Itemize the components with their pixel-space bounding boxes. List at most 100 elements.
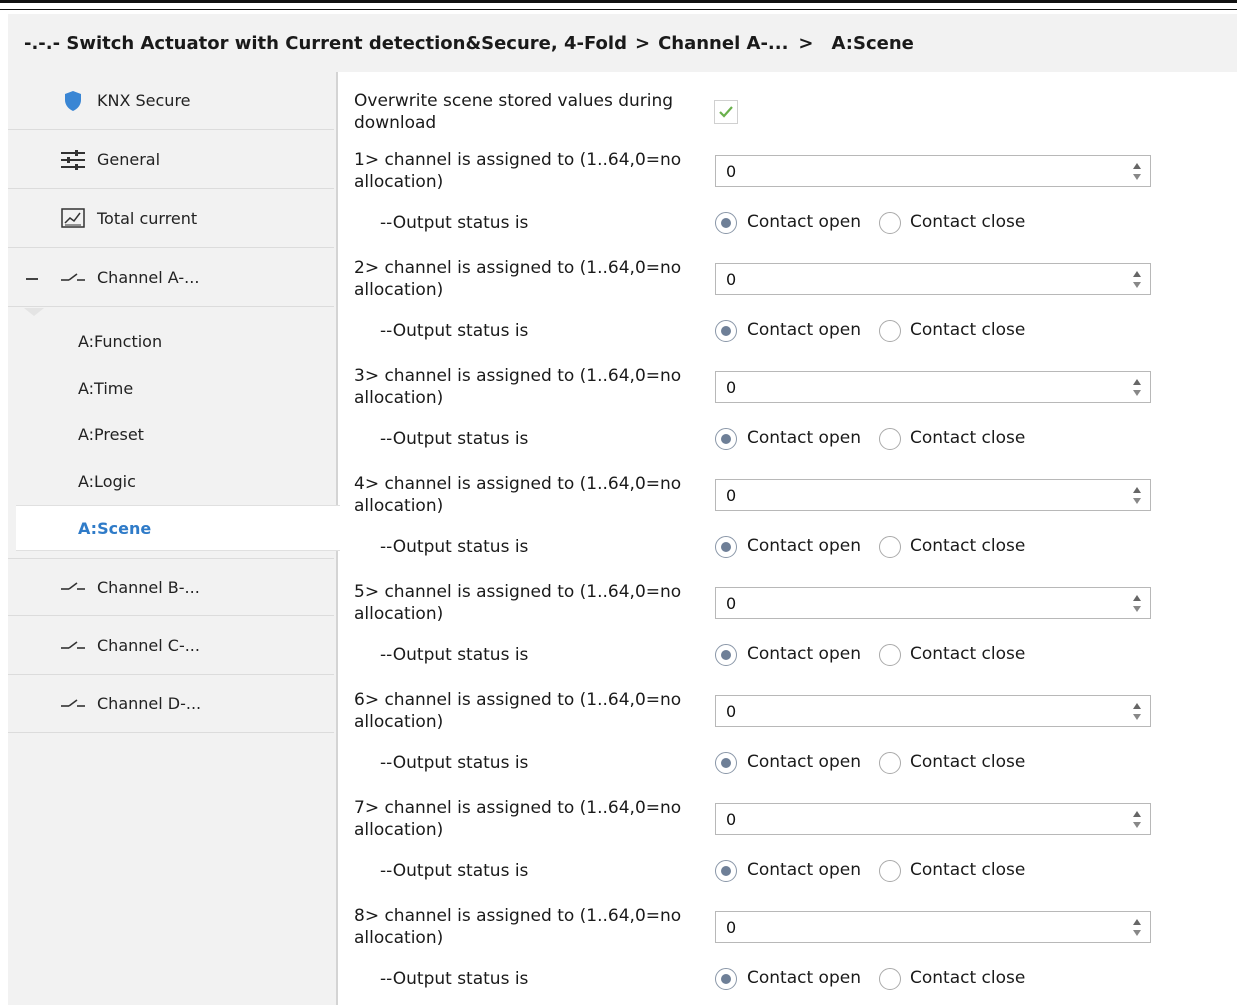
radio-contact-close[interactable] bbox=[879, 212, 901, 234]
radio-contact-close[interactable] bbox=[879, 428, 901, 450]
spin-up-icon[interactable] bbox=[1133, 163, 1141, 169]
switch-contact-icon bbox=[60, 265, 86, 291]
switch-contact-icon bbox=[60, 691, 86, 717]
spinbox-arrows[interactable] bbox=[1132, 269, 1142, 289]
sidebar-item-label: General bbox=[97, 150, 161, 169]
spin-up-icon[interactable] bbox=[1133, 919, 1141, 925]
sidebar-subitem-time[interactable]: A:Time bbox=[78, 379, 133, 398]
channel-assign-spinbox[interactable]: 0 bbox=[715, 155, 1151, 187]
spin-down-icon[interactable] bbox=[1133, 498, 1141, 504]
spinbox-value[interactable]: 0 bbox=[726, 702, 736, 721]
spin-up-icon[interactable] bbox=[1133, 379, 1141, 385]
spin-down-icon[interactable] bbox=[1133, 606, 1141, 612]
radio-contact-open[interactable] bbox=[715, 968, 737, 990]
chart-icon bbox=[60, 206, 86, 232]
radio-label-contact-open[interactable]: Contact open bbox=[747, 968, 861, 988]
radio-contact-open[interactable] bbox=[715, 212, 737, 234]
radio-contact-open[interactable] bbox=[715, 536, 737, 558]
spin-down-icon[interactable] bbox=[1133, 822, 1141, 828]
sidebar-item-channel-a[interactable]: Channel A-... bbox=[8, 249, 334, 307]
channel-assign-label: 6> channel is assigned to (1..64,0=no al… bbox=[354, 690, 682, 732]
channel-assign-spinbox[interactable]: 0 bbox=[715, 479, 1151, 511]
radio-label-contact-open[interactable]: Contact open bbox=[747, 752, 861, 772]
spinbox-value[interactable]: 0 bbox=[726, 270, 736, 289]
radio-label-contact-open[interactable]: Contact open bbox=[747, 644, 861, 664]
channel-assign-spinbox[interactable]: 0 bbox=[715, 587, 1151, 619]
radio-label-contact-close[interactable]: Contact close bbox=[910, 968, 1025, 988]
spin-down-icon[interactable] bbox=[1133, 174, 1141, 180]
radio-label-contact-close[interactable]: Contact close bbox=[910, 212, 1025, 232]
spin-down-icon[interactable] bbox=[1133, 930, 1141, 936]
spinbox-arrows[interactable] bbox=[1132, 377, 1142, 397]
channel-assign-spinbox[interactable]: 0 bbox=[715, 263, 1151, 295]
output-status-radio-group: Contact open Contact close bbox=[715, 967, 1075, 993]
radio-contact-open[interactable] bbox=[715, 644, 737, 666]
sidebar-subitem-function[interactable]: A:Function bbox=[78, 332, 162, 351]
radio-contact-open[interactable] bbox=[715, 320, 737, 342]
sidebar-subitem-preset[interactable]: A:Preset bbox=[78, 425, 144, 444]
spin-down-icon[interactable] bbox=[1133, 714, 1141, 720]
spinbox-value[interactable]: 0 bbox=[726, 918, 736, 937]
spinbox-arrows[interactable] bbox=[1132, 161, 1142, 181]
spin-up-icon[interactable] bbox=[1133, 811, 1141, 817]
radio-label-contact-close[interactable]: Contact close bbox=[910, 428, 1025, 448]
radio-label-contact-open[interactable]: Contact open bbox=[747, 536, 861, 556]
radio-contact-close[interactable] bbox=[879, 968, 901, 990]
radio-contact-close[interactable] bbox=[879, 752, 901, 774]
spin-down-icon[interactable] bbox=[1133, 282, 1141, 288]
output-status-label: --Output status is bbox=[380, 537, 529, 557]
radio-label-contact-close[interactable]: Contact close bbox=[910, 644, 1025, 664]
radio-contact-close[interactable] bbox=[879, 860, 901, 882]
spinbox-arrows[interactable] bbox=[1132, 809, 1142, 829]
radio-contact-open[interactable] bbox=[715, 860, 737, 882]
spinbox-arrows[interactable] bbox=[1132, 593, 1142, 613]
sidebar-item-channel-c[interactable]: Channel C-... bbox=[8, 617, 334, 675]
sidebar-item-label: Channel C-... bbox=[97, 636, 200, 655]
sidebar-item-knx-secure[interactable]: KNX Secure bbox=[8, 72, 334, 130]
sidebar-item-general[interactable]: General bbox=[8, 131, 334, 189]
radio-label-contact-close[interactable]: Contact close bbox=[910, 860, 1025, 880]
sidebar: KNX Secure General Total current Channel… bbox=[8, 72, 340, 1005]
spin-up-icon[interactable] bbox=[1133, 595, 1141, 601]
spinbox-arrows[interactable] bbox=[1132, 917, 1142, 937]
spinbox-value[interactable]: 0 bbox=[726, 378, 736, 397]
collapse-icon[interactable] bbox=[26, 277, 38, 280]
radio-contact-open[interactable] bbox=[715, 752, 737, 774]
radio-contact-close[interactable] bbox=[879, 320, 901, 342]
sidebar-item-channel-d[interactable]: Channel D-... bbox=[8, 675, 334, 733]
radio-label-contact-open[interactable]: Contact open bbox=[747, 860, 861, 880]
breadcrumb-device[interactable]: -.-.- Switch Actuator with Current detec… bbox=[24, 33, 627, 54]
radio-label-contact-close[interactable]: Contact close bbox=[910, 536, 1025, 556]
spin-up-icon[interactable] bbox=[1133, 703, 1141, 709]
channel-assign-spinbox[interactable]: 0 bbox=[715, 803, 1151, 835]
radio-label-contact-open[interactable]: Contact open bbox=[747, 320, 861, 340]
channel-assign-spinbox[interactable]: 0 bbox=[715, 911, 1151, 943]
spinbox-arrows[interactable] bbox=[1132, 485, 1142, 505]
channel-assign-spinbox[interactable]: 0 bbox=[715, 371, 1151, 403]
spin-down-icon[interactable] bbox=[1133, 390, 1141, 396]
overwrite-checkbox[interactable] bbox=[714, 100, 738, 124]
channel-assign-spinbox[interactable]: 0 bbox=[715, 695, 1151, 727]
sidebar-subitem-logic[interactable]: A:Logic bbox=[78, 472, 136, 491]
spinbox-value[interactable]: 0 bbox=[726, 162, 736, 181]
output-status-label: --Output status is bbox=[380, 429, 529, 449]
radio-contact-open[interactable] bbox=[715, 428, 737, 450]
breadcrumb-channel[interactable]: Channel A-... bbox=[658, 33, 788, 54]
radio-contact-close[interactable] bbox=[879, 536, 901, 558]
spinbox-value[interactable]: 0 bbox=[726, 810, 736, 829]
channel-assign-label: 7> channel is assigned to (1..64,0=no al… bbox=[354, 798, 682, 840]
radio-label-contact-open[interactable]: Contact open bbox=[747, 428, 861, 448]
spin-up-icon[interactable] bbox=[1133, 271, 1141, 277]
radio-label-contact-close[interactable]: Contact close bbox=[910, 752, 1025, 772]
radio-contact-close[interactable] bbox=[879, 644, 901, 666]
radio-label-contact-close[interactable]: Contact close bbox=[910, 320, 1025, 340]
sidebar-item-total-current[interactable]: Total current bbox=[8, 190, 334, 248]
spinbox-value[interactable]: 0 bbox=[726, 594, 736, 613]
spinbox-value[interactable]: 0 bbox=[726, 486, 736, 505]
spinbox-arrows[interactable] bbox=[1132, 701, 1142, 721]
sidebar-item-channel-b[interactable]: Channel B-... bbox=[8, 558, 334, 616]
sidebar-subitem-scene[interactable]: A:Scene bbox=[16, 505, 340, 551]
radio-label-contact-open[interactable]: Contact open bbox=[747, 212, 861, 232]
channel-assign-label: 4> channel is assigned to (1..64,0=no al… bbox=[354, 474, 682, 516]
spin-up-icon[interactable] bbox=[1133, 487, 1141, 493]
